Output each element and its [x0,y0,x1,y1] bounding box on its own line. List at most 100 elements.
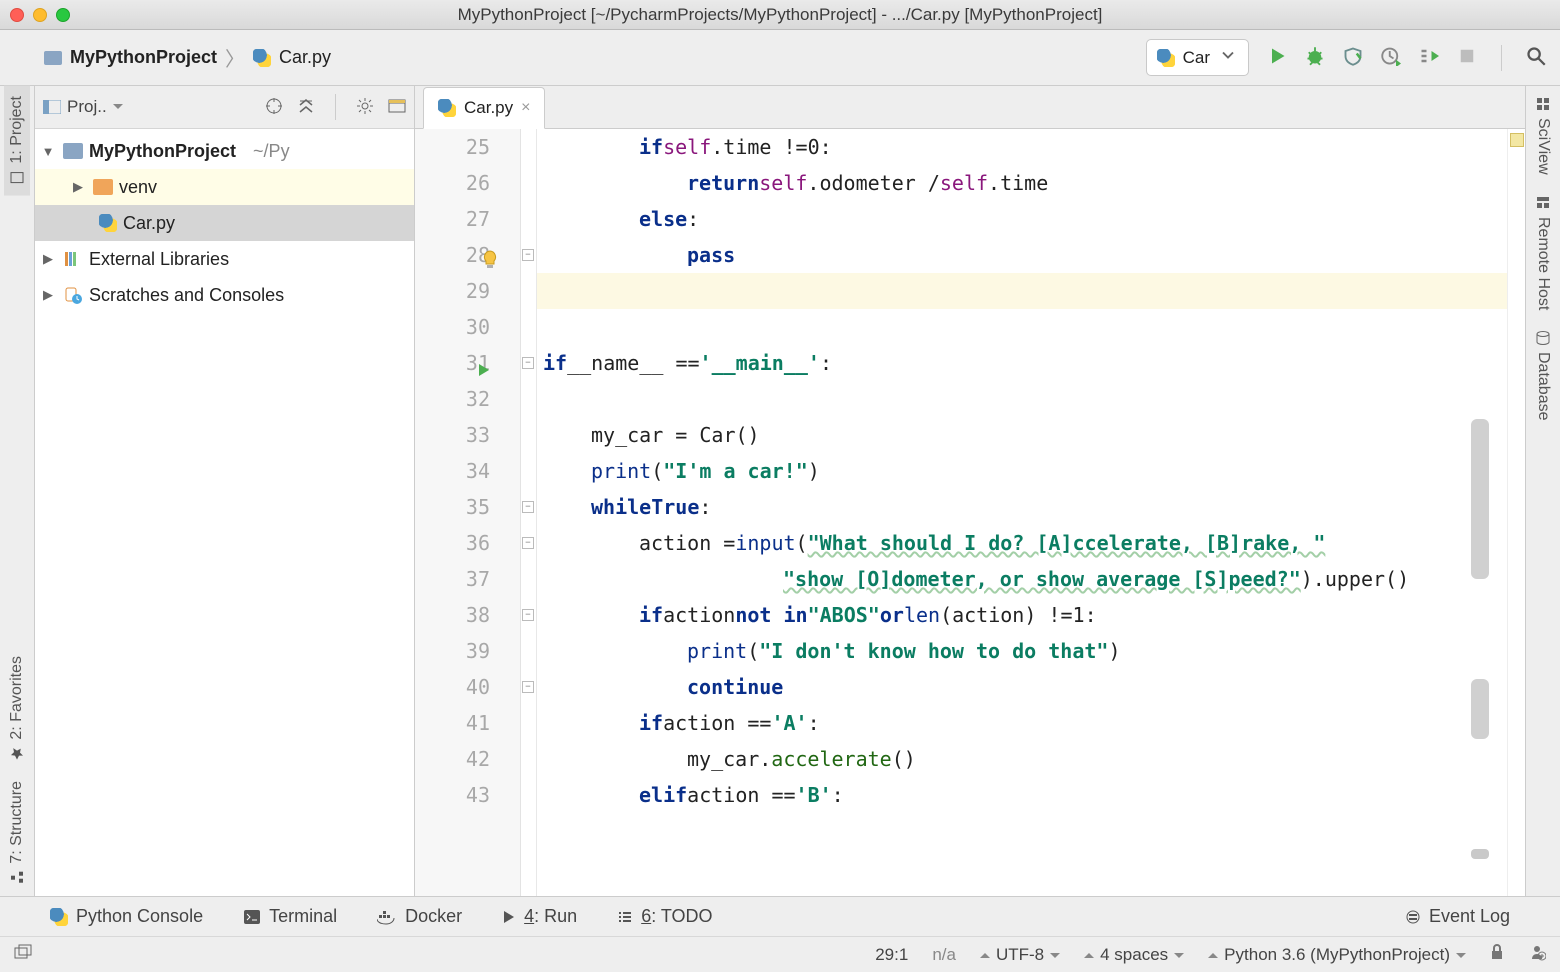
vertical-scrollbar[interactable] [1471,419,1489,579]
code-line[interactable]: if __name__ == '__main__': [543,345,1507,381]
collapse-all-icon[interactable] [297,97,315,118]
chevron-down-icon[interactable] [113,104,123,110]
scratches-icon [63,286,83,304]
expander-icon[interactable]: ▶ [69,179,87,195]
code-line[interactable] [543,381,1507,417]
interpreter-selector[interactable]: Python 3.6 (MyPythonProject) [1208,945,1466,965]
breadcrumb-separator: 〉 [225,43,245,72]
indent-selector[interactable]: 4 spaces [1084,945,1184,965]
breadcrumb-root[interactable]: MyPythonProject [70,47,217,68]
sciview-tool-tab[interactable]: SciView [1530,86,1556,185]
code-line[interactable]: return self.odometer / self.time [543,165,1507,201]
code-line[interactable]: "show [O]dometer, or show average [S]pee… [543,561,1507,597]
gear-icon[interactable] [356,97,374,118]
line-number-gutter[interactable]: 25262728293031323334353637383940414243 [415,129,521,896]
coverage-icon[interactable] [1343,46,1363,69]
line-sep[interactable]: n/a [932,945,956,965]
tree-root[interactable]: ▼ MyPythonProject ~/Py [35,133,414,169]
event-log-tab[interactable]: Event Log [1405,906,1510,927]
code-line[interactable]: my_car = Car() [543,417,1507,453]
fold-toggle-icon[interactable]: − [522,357,534,369]
code-line[interactable]: pass [543,237,1507,273]
editor-tab-car[interactable]: Car.py × [423,87,545,129]
zoom-window-icon[interactable] [56,8,70,22]
caret-position[interactable]: 29:1 [875,945,908,965]
lock-icon[interactable] [1490,944,1504,965]
run-icon[interactable] [1267,46,1287,69]
todo-label: 6: TODO [641,906,712,927]
project-tree[interactable]: ▼ MyPythonProject ~/Py ▶ venv Car.py ▶ E… [35,129,414,896]
current-line-highlight [537,273,1507,309]
fold-toggle-icon[interactable]: − [522,501,534,513]
tree-venv[interactable]: ▶ venv [35,169,414,205]
todo-tab[interactable]: 6: TODO [617,906,712,927]
terminal-tab[interactable]: Terminal [243,906,337,927]
encoding-selector[interactable]: UTF-8 [980,945,1060,965]
vertical-scrollbar[interactable] [1471,849,1489,859]
stop-icon[interactable] [1457,46,1477,69]
code-editor[interactable]: 25262728293031323334353637383940414243 −… [415,129,1525,896]
sciview-tab-label: SciView [1534,118,1552,175]
concurrency-icon[interactable] [1419,46,1439,69]
breadcrumb-file[interactable]: Car.py [279,47,331,68]
expander-icon[interactable]: ▼ [39,144,57,159]
expander-icon[interactable]: ▶ [39,251,57,267]
code-line[interactable]: my_car.accelerate() [543,741,1507,777]
tree-root-label: MyPythonProject [89,141,236,162]
code-line[interactable]: elif action == 'B': [543,777,1507,813]
editor-area: Car.py × 2526272829303132333435363738394… [415,86,1525,896]
debug-icon[interactable] [1305,46,1325,69]
editor-tab-bar: Car.py × [415,86,1525,129]
tree-file-car[interactable]: Car.py [35,205,414,241]
terminal-icon [243,909,261,925]
python-console-tab[interactable]: Python Console [50,906,203,927]
fold-toggle-icon[interactable]: − [522,249,534,261]
close-icon[interactable]: × [521,99,530,117]
run-config-selector[interactable]: Car [1146,39,1249,76]
code-line[interactable]: if action not in "ABOS" or len(action) !… [543,597,1507,633]
expander-icon[interactable]: ▶ [39,287,57,303]
fold-toggle-icon[interactable]: − [522,609,534,621]
locate-icon[interactable] [265,97,283,118]
search-icon[interactable] [1526,46,1546,69]
run-tab[interactable]: 4: Run [502,906,577,927]
close-window-icon[interactable] [10,8,24,22]
code-line[interactable]: print("I'm a car!") [543,453,1507,489]
favorites-tool-tab[interactable]: 2: Favorites [4,646,30,772]
profile-icon[interactable] [1381,46,1401,69]
breadcrumb[interactable]: MyPythonProject 〉 Car.py [44,43,331,72]
code-line[interactable]: if action == 'A': [543,705,1507,741]
window-title: MyPythonProject [~/PycharmProjects/MyPyt… [10,5,1550,25]
run-config-label: Car [1183,48,1210,68]
code-line[interactable]: else: [543,201,1507,237]
fold-toggle-icon[interactable]: − [522,681,534,693]
code-line[interactable]: if self.time != 0: [543,129,1507,165]
fold-toggle-icon[interactable]: − [522,537,534,549]
hide-panel-icon[interactable] [388,99,406,116]
code-line[interactable]: while True: [543,489,1507,525]
project-panel-title[interactable]: Proj.. [67,97,107,117]
tree-external-libs[interactable]: ▶ External Libraries [35,241,414,277]
code-line[interactable] [543,309,1507,345]
code-line[interactable]: continue [543,669,1507,705]
structure-tool-tab[interactable]: 7: Structure [4,771,30,896]
code-line[interactable]: print("I don't know how to do that") [543,633,1507,669]
remote-host-tool-tab[interactable]: Remote Host [1530,185,1556,320]
minimize-window-icon[interactable] [33,8,47,22]
chevron-down-icon [1218,45,1238,70]
docker-tab[interactable]: Docker [377,906,462,927]
windows-icon[interactable] [14,944,32,965]
hector-icon[interactable] [1528,943,1546,966]
database-tool-tab[interactable]: Database [1530,320,1556,431]
project-tool-tab[interactable]: 1: Project [4,86,30,196]
run-gutter-icon[interactable] [477,355,491,391]
tree-scratches[interactable]: ▶ Scratches and Consoles [35,277,414,313]
folder-icon [63,143,83,159]
intention-bulb-icon[interactable] [481,245,499,281]
fold-gutter[interactable]: − − − − − − [521,129,537,896]
vertical-scrollbar[interactable] [1471,679,1489,739]
code-content[interactable]: if self.time != 0:return self.odometer /… [537,129,1507,896]
analysis-indicator-icon[interactable] [1510,133,1524,147]
error-stripe[interactable] [1507,129,1525,896]
code-line[interactable]: action = input("What should I do? [A]cce… [543,525,1507,561]
